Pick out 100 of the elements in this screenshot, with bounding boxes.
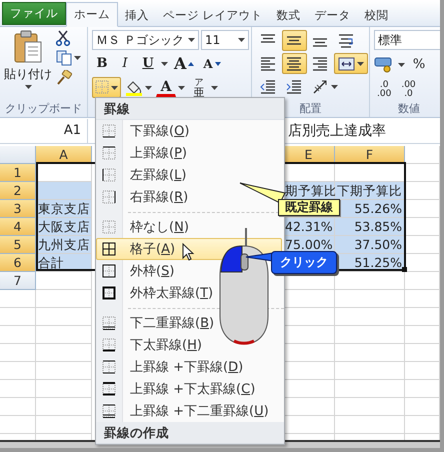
caret-icon [331,84,338,88]
ribbon-tab[interactable]: 挿入 [118,3,156,27]
caret-icon [357,62,364,66]
ribbon-tab[interactable]: 数式 [270,3,308,27]
menu-item[interactable]: 外枠太罫線(T) [96,282,282,304]
paste-label[interactable]: 貼り付け [4,66,52,83]
table-cell [36,380,92,398]
italic-button[interactable]: I [115,53,135,74]
group-label: 配置 [300,101,322,116]
currency-icon[interactable] [374,56,394,72]
format-painter-icon[interactable] [56,70,72,86]
table-cell [36,290,92,308]
decrease-decimal-button[interactable]: .00 .0 [398,79,419,100]
align-top-icon [260,34,277,43]
table-cell: 37.50% [335,236,405,254]
table-cell [36,344,92,362]
border-icon [102,124,116,138]
percent-button[interactable]: % [409,54,429,75]
menu-item[interactable]: 左罫線(L) [96,164,282,186]
center-button[interactable] [282,53,307,74]
table-cell [405,308,440,326]
border-icon [102,286,116,300]
borders-button[interactable] [92,77,121,98]
merge-cells-icon [338,56,355,72]
text-angle-icon [312,78,329,94]
row-header[interactable]: 1 [0,164,36,182]
table-cell [335,362,405,380]
ribbon-tab[interactable]: 校閲 [358,3,396,27]
underline-button[interactable]: U [138,53,158,74]
align-center-icon [286,56,303,72]
table-cell [405,200,440,218]
table-cell [0,380,36,398]
ribbon-tab[interactable]: ホーム [66,2,118,27]
menu-item[interactable]: 下太罫線(H) [96,334,282,356]
row-header[interactable]: 6 [0,254,36,272]
ribbon-tab[interactable]: ファイル [2,2,66,25]
table-cell [335,398,405,416]
menu-item[interactable]: 枠なし(N) [96,216,282,238]
border-icon [102,190,116,204]
menu-section-header: 罫線 [96,98,284,120]
menu-item[interactable]: 下罫線(O) [96,120,282,142]
caret-icon [188,62,194,66]
row-header[interactable]: 3 [0,200,36,218]
row-header[interactable]: 7 [0,272,36,290]
table-cell [0,362,36,380]
caret-icon [188,38,195,42]
menu-item[interactable]: 上罫線 +下罫線(D) [96,356,282,378]
menu-item[interactable]: 下二重罫線(B) [96,312,282,334]
table-cell [36,362,92,380]
table-cell: 53.85% [335,218,405,236]
copy-icon[interactable] [56,50,72,66]
number-format-field[interactable]: 標準 [374,30,440,50]
table-cell: 下期予算比 [335,182,405,200]
table-cell [405,272,440,290]
fill-handle[interactable] [402,267,407,272]
caret-icon [74,56,81,60]
font-name-field[interactable]: ＭＳ Ｐゴシック [92,30,199,50]
table-cell [335,326,405,344]
table-cell [405,398,440,416]
table-cell: 大阪支店 [36,218,92,236]
border-icon [102,264,116,278]
font-size-field[interactable]: 11 [201,30,249,50]
border-icon [102,220,116,234]
increase-decimal-button[interactable]: .0 .00 [374,79,394,100]
callout-pointer [240,183,285,205]
callout-label: 既定罫線 [278,199,340,216]
table-cell [36,308,92,326]
merge-button[interactable] [334,53,368,74]
table-cell [0,308,36,326]
ribbon-tab[interactable]: ページ レイアウト [156,3,270,27]
border-icon [102,316,116,330]
table-cell: 期予算比 [283,182,335,200]
row-header[interactable]: 2 [0,182,36,200]
table-cell [405,218,440,236]
menu-item[interactable]: 上罫線 +下二重罫線(U) [96,400,282,422]
menu-item[interactable]: 上罫線 +下太罫線(C) [96,378,282,400]
caret-icon [161,62,168,66]
bold-button[interactable]: B [92,53,112,74]
align-right-icon [312,56,329,72]
middle-button[interactable] [282,30,307,51]
grow-font-button[interactable]: A [171,53,198,74]
table-cell [335,344,405,362]
scissors-icon[interactable] [56,30,70,46]
shrink-font-button[interactable]: A [200,53,224,74]
table-cell [405,290,440,308]
table-cell [405,362,440,380]
ribbon-tab[interactable]: データ [308,3,358,27]
phonetic-button[interactable]: ア 亜 [189,77,209,98]
paste-icon[interactable] [13,30,43,64]
table-cell [36,398,92,416]
border-icon [95,80,109,95]
fill-color-icon[interactable] [125,78,143,96]
table-cell [335,290,405,308]
table-cell [0,344,36,362]
table-cell [405,254,440,272]
border-icon [102,382,116,396]
row-header[interactable]: 5 [0,236,36,254]
row-header[interactable]: 4 [0,218,36,236]
align-middle-icon [286,36,303,45]
menu-item[interactable]: 上罫線(P) [96,142,282,164]
